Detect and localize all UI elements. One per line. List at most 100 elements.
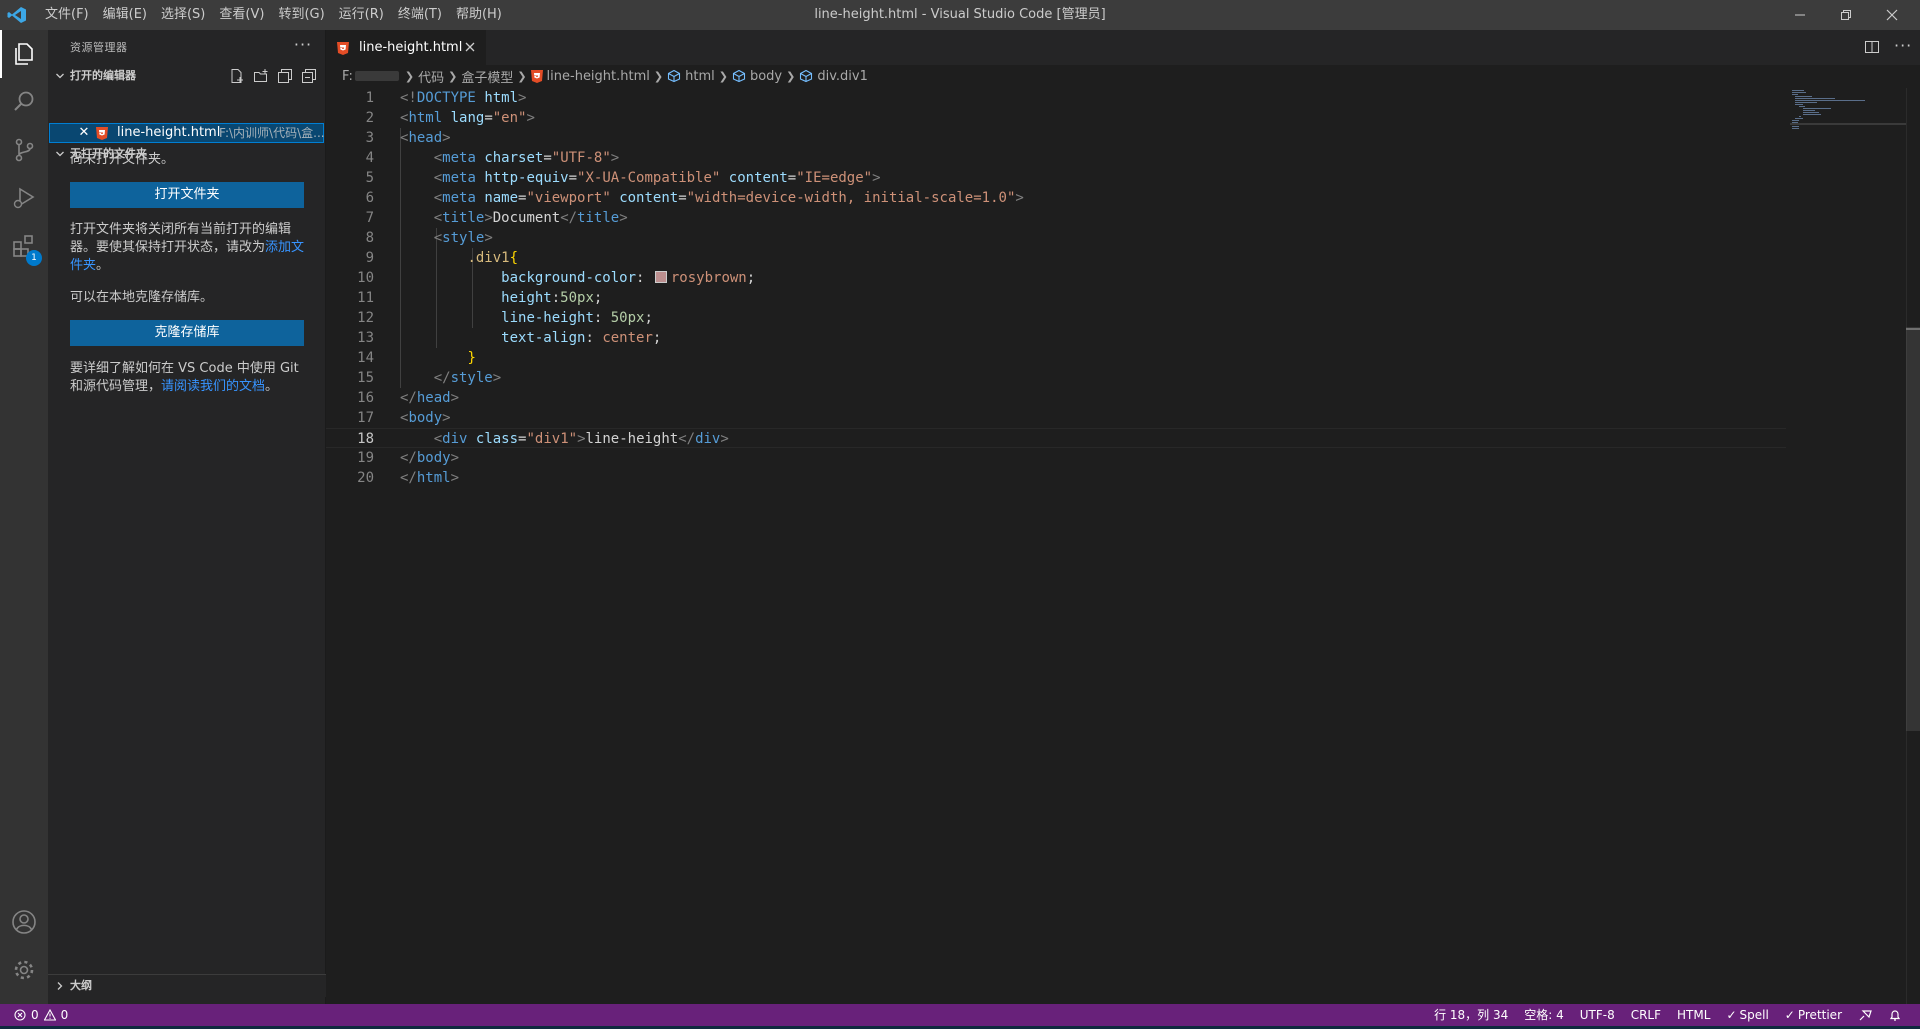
menu-run[interactable]: 运行(R) bbox=[332, 0, 391, 30]
menu-view[interactable]: 查看(V) bbox=[212, 0, 271, 30]
symbol-element-icon bbox=[667, 69, 681, 83]
scrollbar-thumb[interactable] bbox=[1906, 327, 1920, 731]
line-number: 16 bbox=[357, 390, 374, 406]
code-text: <head> bbox=[400, 130, 451, 146]
line-number: 8 bbox=[365, 230, 374, 246]
code-line[interactable]: 4 <meta charset="UTF-8"> bbox=[326, 148, 1786, 168]
save-all-icon[interactable] bbox=[276, 67, 294, 85]
clone-repository-button[interactable]: 克隆存储库 bbox=[70, 320, 304, 346]
code-line[interactable]: 3 <head> bbox=[326, 128, 1786, 148]
code-line[interactable]: 12 line-height: 50px; bbox=[326, 308, 1786, 328]
minimize-icon[interactable] bbox=[1777, 0, 1823, 30]
line-number: 2 bbox=[365, 110, 374, 126]
code-line[interactable]: 15 </style> bbox=[326, 368, 1786, 388]
collapse-all-icon[interactable] bbox=[300, 67, 318, 85]
breadcrumb-folder-box-model[interactable]: 盒子模型 bbox=[461, 67, 513, 86]
menu-terminal[interactable]: 终端(T) bbox=[391, 0, 449, 30]
code-line[interactable]: 1 <!DOCTYPE html> bbox=[326, 88, 1786, 108]
line-number: 12 bbox=[357, 310, 374, 326]
encoding[interactable]: UTF-8 bbox=[1572, 1004, 1623, 1026]
open-editor-item[interactable]: ✕ line-height.html F:\内训师\代码\盒... bbox=[49, 123, 324, 143]
open-folder-button[interactable]: 打开文件夹 bbox=[70, 182, 304, 208]
code-line[interactable]: 18 <div class="div1">line-height</div> bbox=[326, 428, 1786, 448]
line-number: 14 bbox=[357, 350, 374, 366]
error-count: 0 bbox=[31, 1008, 39, 1022]
search-icon[interactable] bbox=[0, 78, 48, 126]
code-line[interactable]: 5 <meta http-equiv="X-UA-Compatible" con… bbox=[326, 168, 1786, 188]
extensions-icon[interactable]: 1 bbox=[0, 222, 48, 270]
line-number: 4 bbox=[365, 150, 374, 166]
line-number: 3 bbox=[365, 130, 374, 146]
breadcrumb-html-label: html bbox=[685, 68, 715, 84]
menu-edit[interactable]: 编辑(E) bbox=[96, 0, 154, 30]
code-line[interactable]: 19 </body> bbox=[326, 448, 1786, 468]
source-control-icon[interactable] bbox=[0, 126, 48, 174]
open-editors-header[interactable]: 打开的编辑器 bbox=[48, 65, 326, 87]
code-line[interactable]: 10 background-color: rosybrown; bbox=[326, 268, 1786, 288]
code-line[interactable]: 14 } bbox=[326, 348, 1786, 368]
code-line[interactable]: 20 </html> bbox=[326, 468, 1786, 488]
breadcrumb-div[interactable]: div.div1 bbox=[799, 69, 868, 84]
sidebar-title: 资源管理器 bbox=[70, 41, 128, 54]
code-line[interactable]: 6 <meta name="viewport" content="width=d… bbox=[326, 188, 1786, 208]
code-line[interactable]: 16 </head> bbox=[326, 388, 1786, 408]
language-mode[interactable]: HTML bbox=[1669, 1004, 1718, 1026]
breadcrumb-folder-code[interactable]: 代码 bbox=[418, 67, 444, 86]
notifications-bell-icon[interactable] bbox=[1880, 1004, 1910, 1026]
breadcrumb-file[interactable]: line-height.html bbox=[530, 69, 650, 84]
outline-header[interactable]: 大纲 bbox=[48, 974, 326, 997]
code-line[interactable]: 2 <html lang="en"> bbox=[326, 108, 1786, 128]
line-number: 5 bbox=[365, 170, 374, 186]
cursor-position[interactable]: 行 18，列 34 bbox=[1426, 1004, 1516, 1026]
code-line[interactable]: 8 <style> bbox=[326, 228, 1786, 248]
breadcrumb-redacted bbox=[354, 71, 399, 81]
read-docs-link[interactable]: 请阅读我们的文档 bbox=[161, 379, 265, 394]
code-text: </head> bbox=[400, 390, 460, 406]
new-file-icon[interactable] bbox=[228, 67, 246, 85]
split-editor-icon[interactable] bbox=[1864, 39, 1880, 55]
outline-label: 大纲 bbox=[70, 979, 92, 992]
close-tab-icon[interactable] bbox=[462, 39, 478, 55]
spell-label: Spell bbox=[1739, 1008, 1769, 1022]
problems-indicator[interactable]: 0 0 bbox=[14, 1004, 68, 1026]
close-editors-text: 打开文件夹将关闭所有当前打开的编辑器。要使其保持打开状态，请改为 bbox=[70, 222, 292, 255]
code-line[interactable]: 7 <title>Document</title> bbox=[326, 208, 1786, 228]
code-line[interactable]: 13 text-align: center; bbox=[326, 328, 1786, 348]
code-text: <style> bbox=[433, 230, 493, 246]
menu-help[interactable]: 帮助(H) bbox=[449, 0, 509, 30]
tab-line-height-html[interactable]: line-height.html bbox=[326, 30, 486, 65]
breadcrumb-html[interactable]: html bbox=[667, 69, 715, 84]
menu-file[interactable]: 文件(F) bbox=[38, 0, 96, 30]
restore-icon[interactable] bbox=[1823, 0, 1869, 30]
code-editor[interactable]: 1 <!DOCTYPE html> 2 <html lang="en"> 3 <head>… bbox=[326, 88, 1920, 1004]
minimap[interactable] bbox=[1790, 88, 1906, 148]
account-icon[interactable] bbox=[0, 898, 48, 946]
prettier-status[interactable]: ✓ Prettier bbox=[1777, 1004, 1850, 1026]
breadcrumb-drive[interactable]: F: bbox=[342, 69, 353, 84]
git-docs-message: 要详细了解如何在 VS Code 中使用 Git 和源代码管理，请阅读我们的文档… bbox=[70, 360, 310, 396]
code-line[interactable]: 9 .div1{ bbox=[326, 248, 1786, 268]
menu-go[interactable]: 转到(G) bbox=[271, 0, 331, 30]
symbol-element-icon bbox=[732, 69, 746, 83]
line-number: 15 bbox=[357, 370, 374, 386]
spell-status[interactable]: ✓ Spell bbox=[1718, 1004, 1776, 1026]
editor-tabs: line-height.html ··· bbox=[326, 30, 1920, 65]
code-line[interactable]: 17 <body> bbox=[326, 408, 1786, 428]
close-editor-icon[interactable]: ✕ bbox=[77, 123, 91, 143]
breadcrumb-body[interactable]: body bbox=[732, 69, 782, 84]
feedback-icon[interactable] bbox=[1850, 1004, 1880, 1026]
more-actions-icon[interactable]: ··· bbox=[293, 37, 313, 58]
explorer-icon[interactable] bbox=[0, 30, 48, 78]
run-debug-icon[interactable] bbox=[0, 174, 48, 222]
code-line[interactable]: 11 height:50px; bbox=[326, 288, 1786, 308]
close-window-icon[interactable] bbox=[1869, 0, 1915, 30]
new-folder-icon[interactable] bbox=[252, 67, 270, 85]
settings-gear-icon[interactable] bbox=[0, 946, 48, 994]
menu-selection[interactable]: 选择(S) bbox=[154, 0, 212, 30]
indentation[interactable]: 空格: 4 bbox=[1516, 1004, 1572, 1026]
editor-more-actions-icon[interactable]: ··· bbox=[1894, 36, 1912, 55]
line-number: 1 bbox=[365, 90, 374, 106]
end-of-line[interactable]: CRLF bbox=[1623, 1004, 1669, 1026]
line-number: 11 bbox=[357, 290, 374, 306]
color-swatch-icon[interactable] bbox=[654, 271, 667, 283]
